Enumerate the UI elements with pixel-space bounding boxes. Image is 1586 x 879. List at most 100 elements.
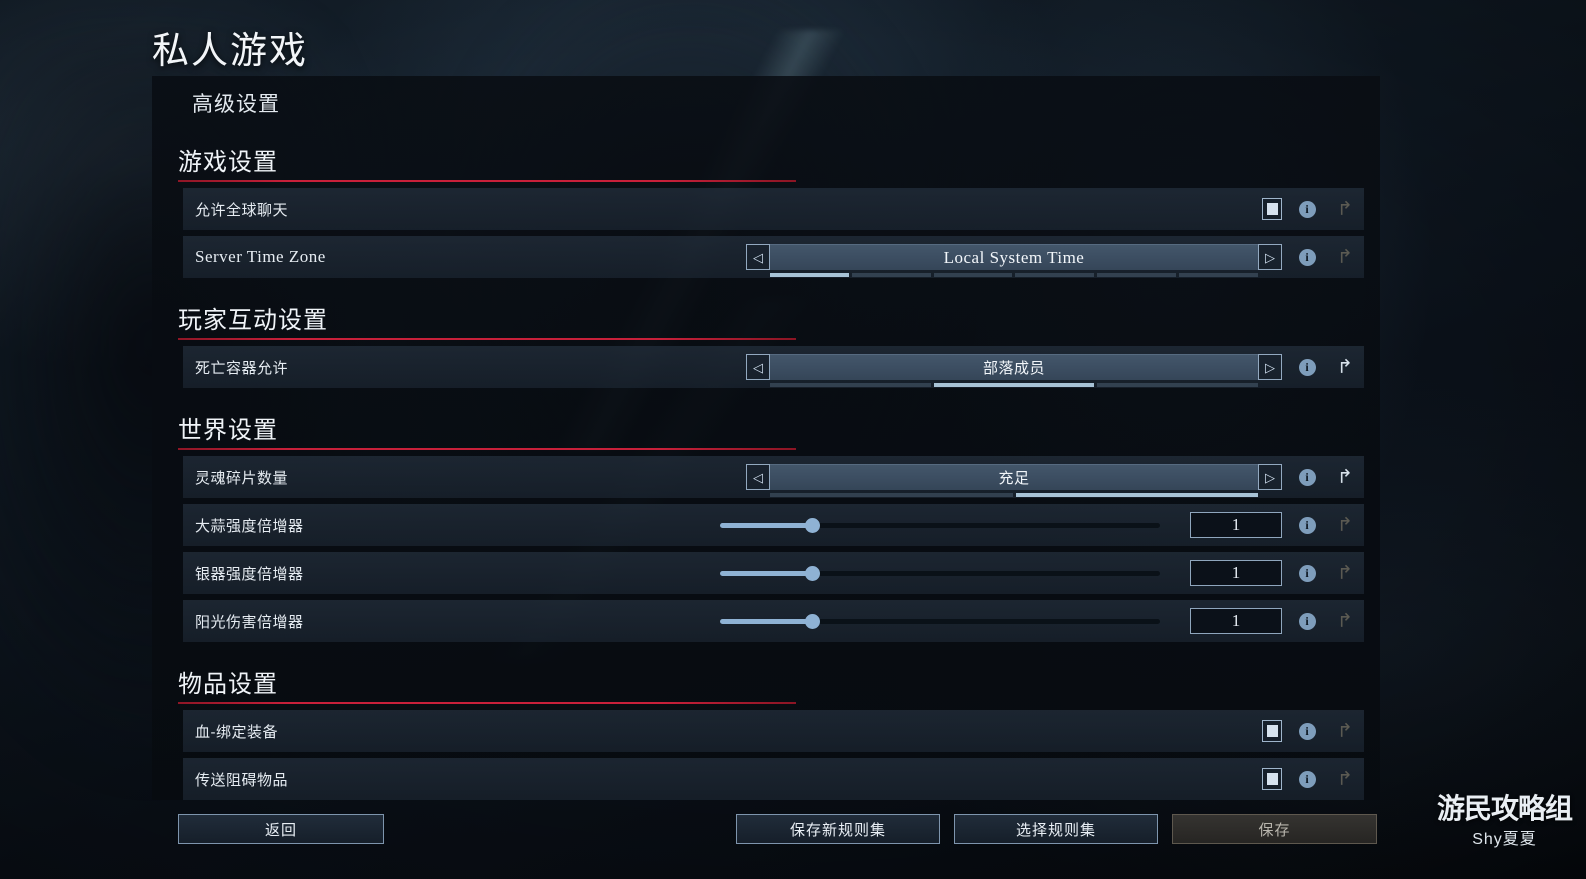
- reset-icon[interactable]: ↰: [1337, 357, 1353, 378]
- reset-icon-cell[interactable]: ↰: [1326, 467, 1364, 488]
- option-selector[interactable]: ◁ Local System Time ▷: [746, 244, 1282, 277]
- checkbox-tick: [1266, 725, 1278, 737]
- reset-icon-cell[interactable]: ↰: [1326, 611, 1364, 632]
- settings-row[interactable]: 银器强度倍增器 1 i ↰: [183, 552, 1364, 594]
- settings-row[interactable]: 血-绑定装备 i ↰: [183, 710, 1364, 752]
- info-icon-cell[interactable]: i: [1288, 612, 1326, 630]
- section-rows: 血-绑定装备i↰传送阻碍物品i↰物品栏堆叠倍增器1i↰1i↰: [152, 710, 1380, 800]
- chevron-right-icon[interactable]: ▷: [1258, 244, 1282, 270]
- slider-thumb[interactable]: [805, 613, 821, 629]
- info-icon[interactable]: i: [1298, 248, 1316, 266]
- settings-row[interactable]: Server Time Zone ◁ Local System Time ▷ i ↰: [183, 236, 1364, 278]
- settings-row-label: 允许全球聊天: [195, 201, 289, 219]
- info-icon-cell[interactable]: i: [1288, 564, 1326, 582]
- option-selector[interactable]: ◁ 充足 ▷: [746, 464, 1282, 497]
- slider-fill: [720, 570, 813, 576]
- settings-row-controls: ◁ 部落成员 ▷ i ↰: [746, 346, 1364, 388]
- slider-thumb[interactable]: [805, 565, 821, 581]
- chevron-left-icon[interactable]: ◁: [746, 354, 770, 380]
- reset-icon-cell[interactable]: ↰: [1326, 515, 1364, 536]
- settings-panel: 高级设置 游戏设置 允许全球聊天 i ↰ Server Time Zone ◁ Local …: [152, 76, 1380, 800]
- info-icon-cell[interactable]: i: [1288, 200, 1326, 218]
- info-icon[interactable]: i: [1298, 516, 1316, 534]
- reset-icon-cell[interactable]: ↰: [1326, 721, 1364, 742]
- reset-icon[interactable]: ↰: [1337, 199, 1353, 220]
- reset-icon[interactable]: ↰: [1337, 247, 1353, 268]
- selector-value: 充足: [998, 470, 1030, 487]
- reset-icon-cell[interactable]: ↰: [1326, 769, 1364, 790]
- selector-segment: [770, 383, 931, 387]
- save-button[interactable]: 保存: [1172, 814, 1377, 844]
- settings-row-label: 死亡容器允许: [195, 359, 289, 377]
- value-slider[interactable]: [720, 560, 1160, 586]
- selector-segment: [1015, 493, 1258, 497]
- reset-icon[interactable]: ↰: [1337, 611, 1353, 632]
- selector-segment: [851, 273, 931, 277]
- settings-row[interactable]: 允许全球聊天 i ↰: [183, 188, 1364, 230]
- settings-scroll-area[interactable]: 游戏设置 允许全球聊天 i ↰ Server Time Zone ◁ Local Syste…: [152, 126, 1380, 800]
- selector-segment-indicator: [770, 493, 1258, 497]
- info-icon[interactable]: i: [1298, 722, 1316, 740]
- value-input[interactable]: 1: [1190, 608, 1282, 634]
- info-icon[interactable]: i: [1298, 770, 1316, 788]
- selector-segment-indicator: [770, 273, 1258, 277]
- info-icon-cell[interactable]: i: [1288, 468, 1326, 486]
- slider-fill: [720, 522, 813, 528]
- reset-icon-cell[interactable]: ↰: [1326, 357, 1364, 378]
- slider-thumb[interactable]: [805, 517, 821, 533]
- reset-icon[interactable]: ↰: [1337, 467, 1353, 488]
- chevron-left-icon[interactable]: ◁: [746, 244, 770, 270]
- value-input[interactable]: 1: [1190, 512, 1282, 538]
- section-rows: 允许全球聊天 i ↰ Server Time Zone ◁ Local System Ti…: [152, 188, 1380, 278]
- toggle-checkbox[interactable]: [1262, 198, 1282, 220]
- value-input[interactable]: 1: [1190, 560, 1282, 586]
- reset-icon[interactable]: ↰: [1337, 769, 1353, 790]
- reset-icon-cell[interactable]: ↰: [1326, 199, 1364, 220]
- selector-segment: [1097, 273, 1177, 277]
- value-slider[interactable]: [720, 512, 1160, 538]
- slider-fill: [720, 618, 813, 624]
- reset-icon-cell[interactable]: ↰: [1326, 563, 1364, 584]
- settings-row[interactable]: 灵魂碎片数量 ◁ 充足 ▷ i ↰: [183, 456, 1364, 498]
- select-ruleset-button[interactable]: 选择规则集: [954, 814, 1158, 844]
- settings-row[interactable]: 阳光伤害倍增器 1 i ↰: [183, 600, 1364, 642]
- option-selector[interactable]: ◁ 部落成员 ▷: [746, 354, 1282, 387]
- checkbox-tick: [1266, 203, 1278, 215]
- section-underline: [178, 180, 796, 182]
- reset-icon[interactable]: ↰: [1337, 515, 1353, 536]
- chevron-left-icon[interactable]: ◁: [746, 464, 770, 490]
- selector-segment: [770, 273, 849, 277]
- selector-segment: [1015, 273, 1095, 277]
- reset-icon-cell[interactable]: ↰: [1326, 247, 1364, 268]
- settings-row[interactable]: 大蒜强度倍增器 1 i ↰: [183, 504, 1364, 546]
- checkbox-tick: [1266, 773, 1278, 785]
- toggle-checkbox[interactable]: [1262, 720, 1282, 742]
- info-icon[interactable]: i: [1298, 468, 1316, 486]
- settings-row[interactable]: 死亡容器允许 ◁ 部落成员 ▷ i ↰: [183, 346, 1364, 388]
- settings-row[interactable]: 传送阻碍物品 i ↰: [183, 758, 1364, 800]
- info-icon-cell[interactable]: i: [1288, 516, 1326, 534]
- info-icon-cell[interactable]: i: [1288, 358, 1326, 376]
- section-underline: [178, 448, 796, 450]
- selector-value-box[interactable]: 充足: [770, 464, 1258, 497]
- info-icon-cell[interactable]: i: [1288, 248, 1326, 266]
- chevron-right-icon[interactable]: ▷: [1258, 464, 1282, 490]
- value-slider[interactable]: [720, 608, 1160, 634]
- selector-value-box[interactable]: 部落成员: [770, 354, 1259, 387]
- info-icon[interactable]: i: [1298, 612, 1316, 630]
- selector-value: 部落成员: [982, 360, 1045, 377]
- reset-icon[interactable]: ↰: [1337, 563, 1353, 584]
- toggle-checkbox[interactable]: [1262, 768, 1282, 790]
- section-underline: [178, 338, 796, 340]
- save-new-ruleset-button[interactable]: 保存新规则集: [736, 814, 940, 844]
- info-icon[interactable]: i: [1298, 200, 1316, 218]
- info-icon-cell[interactable]: i: [1288, 770, 1326, 788]
- back-button[interactable]: 返回: [178, 814, 384, 844]
- chevron-right-icon[interactable]: ▷: [1258, 354, 1282, 380]
- info-icon[interactable]: i: [1298, 358, 1316, 376]
- info-icon[interactable]: i: [1298, 564, 1316, 582]
- panel-subtitle: 高级设置: [192, 93, 280, 116]
- info-icon-cell[interactable]: i: [1288, 722, 1326, 740]
- reset-icon[interactable]: ↰: [1337, 721, 1353, 742]
- selector-value-box[interactable]: Local System Time: [770, 244, 1258, 277]
